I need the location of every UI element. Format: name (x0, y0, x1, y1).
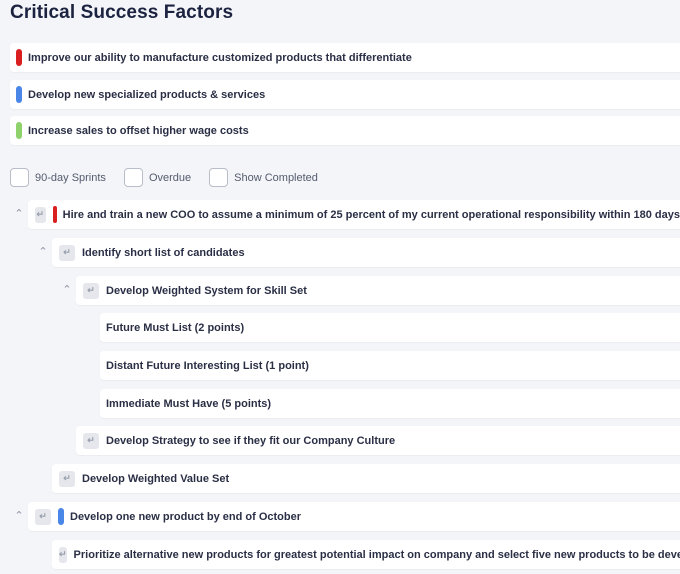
success-factor-item[interactable]: Increase sales to offset higher wage cos… (10, 116, 680, 145)
filter-label: Overdue (148, 171, 192, 184)
tree-row[interactable]: ↵ Identify short list of candidates (52, 238, 680, 267)
tree-row-label: Identify short list of candidates (82, 246, 245, 259)
subtask-arrow-icon[interactable]: ↵ (35, 508, 51, 525)
subtask-arrow-icon[interactable]: ↵ (59, 546, 67, 563)
filter-label: 90-day Sprints (35, 171, 106, 184)
chevron-up-icon[interactable]: ⌃ (13, 510, 25, 522)
checkbox-overdue[interactable] (123, 168, 143, 187)
tree-row[interactable]: Distant Future Interesting List (1 point… (100, 351, 680, 380)
blue-color-tag (58, 508, 64, 525)
subtask-arrow-icon[interactable]: ↵ (83, 282, 99, 299)
filter-label: Show Completed (234, 171, 318, 184)
tree-row-label: Develop Weighted Value Set (82, 472, 230, 485)
tree-row-label: Hire and train a new COO to assume a min… (62, 208, 680, 221)
tree-row[interactable]: Future Must List (2 points) (100, 313, 680, 342)
chevron-up-icon[interactable]: ⌃ (13, 208, 25, 220)
success-factor-label: Improve our ability to manufacture custo… (28, 51, 412, 64)
success-factor-item[interactable]: Improve our ability to manufacture custo… (10, 43, 680, 72)
subtask-arrow-icon[interactable]: ↵ (59, 244, 75, 261)
chevron-up-icon[interactable]: ⌃ (61, 284, 73, 296)
tree-row-label: Distant Future Interesting List (1 point… (106, 359, 309, 372)
tree-row-label: Future Must List (2 points) (106, 321, 245, 334)
subtask-arrow-icon[interactable]: ↵ (83, 432, 99, 449)
tree-row-label: Develop Weighted System for Skill Set (106, 284, 307, 297)
tree-row[interactable]: Immediate Must Have (5 points) (100, 389, 680, 418)
tree-row-label: Prioritize alternative new products for … (73, 548, 680, 561)
success-factor-label: Increase sales to offset higher wage cos… (28, 124, 249, 137)
tree-row[interactable]: ↵ Prioritize alternative new products fo… (52, 540, 680, 569)
tree-row-label: Develop one new product by end of Octobe… (70, 510, 302, 523)
tree-row[interactable]: ↵ Develop Weighted System for Skill Set (76, 276, 680, 305)
page-title: Critical Success Factors (10, 2, 234, 23)
filter-overdue[interactable]: Overdue (123, 168, 192, 187)
green-color-tag (16, 122, 22, 139)
red-color-tag (52, 206, 57, 223)
red-color-tag (16, 49, 22, 66)
tree-row[interactable]: ↵ Develop Weighted Value Set (52, 464, 680, 493)
tree-row[interactable]: ↵ Develop Strategy to see if they fit ou… (76, 426, 680, 455)
tree-row[interactable]: ↵ Develop one new product by end of Octo… (28, 502, 680, 531)
subtask-arrow-icon[interactable]: ↵ (35, 206, 46, 223)
filter-show-completed[interactable]: Show Completed (209, 168, 318, 187)
chevron-up-icon[interactable]: ⌃ (37, 246, 49, 258)
success-factor-item[interactable]: Develop new specialized products & servi… (10, 80, 680, 109)
tree-row[interactable]: ↵ Hire and train a new COO to assume a m… (28, 200, 680, 229)
blue-color-tag (16, 86, 22, 103)
filter-bar: 90-day Sprints Overdue Show Completed (10, 168, 336, 187)
checkbox-show-completed[interactable] (209, 168, 229, 187)
tree-row-label: Develop Strategy to see if they fit our … (106, 434, 396, 447)
filter-90-day-sprints[interactable]: 90-day Sprints (10, 168, 106, 187)
checkbox-90-day-sprints[interactable] (10, 168, 29, 187)
success-factor-label: Develop new specialized products & servi… (28, 88, 266, 101)
tree-row-label: Immediate Must Have (5 points) (106, 397, 272, 410)
subtask-arrow-icon[interactable]: ↵ (59, 470, 75, 487)
